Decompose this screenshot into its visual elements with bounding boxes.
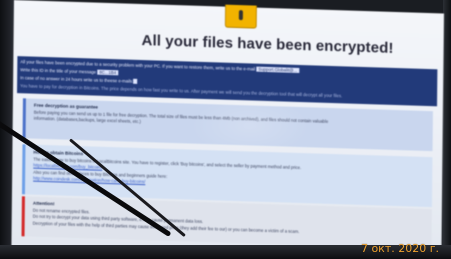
photo-date-stamp: 7 окт. 2020 г. <box>360 242 439 255</box>
victim-id: 8C...1B4 <box>97 69 119 76</box>
intro-line-text: Write this ID in the title of your messa… <box>20 67 97 75</box>
contact-email: Support.Globalit@... <box>256 66 300 73</box>
monitor-screen: All your files have been encrypted! All … <box>11 0 444 259</box>
monitor-bezel-right <box>443 0 451 259</box>
lock-icon <box>224 4 258 29</box>
keyhole <box>238 10 243 21</box>
ransom-intro-banner: All your files have been encrypted due t… <box>17 56 438 107</box>
ransom-headline: All your files have been encrypted! <box>141 32 394 57</box>
backup-email <box>133 78 138 84</box>
photo: All your files have been encrypted! All … <box>0 0 451 259</box>
free-decryption-section: Free decryption as guarantee Before payi… <box>22 98 433 152</box>
